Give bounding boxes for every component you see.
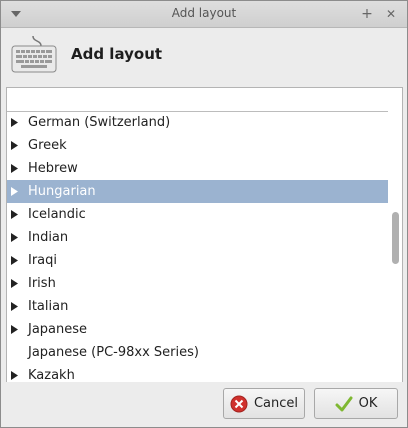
expand-arrow-icon[interactable] <box>10 325 18 334</box>
list-item[interactable]: Japanese (PC-98xx Series) <box>7 341 388 364</box>
list-item-label: Iraqi <box>28 253 58 268</box>
list-item[interactable]: Hebrew <box>7 157 388 180</box>
cancel-button[interactable]: Cancel <box>223 388 305 419</box>
list-item[interactable]: Irish <box>7 272 388 295</box>
list-item-label: Indian <box>28 230 69 245</box>
list-item-label: Irish <box>28 276 56 291</box>
list-item-label: Icelandic <box>28 207 86 222</box>
list-item[interactable]: Greek <box>7 134 388 157</box>
list-item-label: Hebrew <box>28 161 78 176</box>
list-item-label: Hungarian <box>28 184 96 199</box>
ok-button[interactable]: OK <box>314 388 398 419</box>
expand-arrow-icon[interactable] <box>10 302 18 311</box>
list-item[interactable]: Japanese <box>7 318 388 341</box>
list-item[interactable]: Hungarian <box>7 180 388 203</box>
add-layout-dialog: Add layout + ✕ Add layout German (Switze… <box>0 0 408 428</box>
dialog-footer: Cancel OK <box>1 382 407 427</box>
close-icon[interactable]: ✕ <box>383 6 399 22</box>
list-item-label: Greek <box>28 138 67 153</box>
dialog-heading: Add layout <box>71 45 163 63</box>
plus-icon[interactable]: + <box>359 6 375 22</box>
expand-arrow-icon[interactable] <box>10 118 18 127</box>
cancel-button-label: Cancel <box>253 396 299 411</box>
cancel-icon <box>230 395 248 413</box>
title-bar: Add layout + ✕ <box>1 1 407 28</box>
list-item-label: Japanese (PC-98xx Series) <box>28 345 199 360</box>
expand-arrow-icon[interactable] <box>10 371 18 380</box>
window-title: Add layout <box>171 6 237 20</box>
list-item-label: Japanese <box>28 322 88 337</box>
list-item[interactable]: Icelandic <box>7 203 388 226</box>
list-item[interactable]: Indian <box>7 226 388 249</box>
expand-arrow-icon[interactable] <box>10 187 18 196</box>
list-item[interactable]: Iraqi <box>7 249 388 272</box>
list-item[interactable]: German (Switzerland) <box>7 111 388 134</box>
expand-arrow-icon[interactable] <box>10 164 18 173</box>
ok-button-label: OK <box>358 396 378 411</box>
dialog-header: Add layout <box>1 28 407 84</box>
list-item-label: Italian <box>28 299 69 314</box>
layout-list[interactable]: German (Switzerland) Greek Hebrew Hungarian… <box>6 87 403 383</box>
list-item[interactable]: Kazakh <box>7 364 388 383</box>
expand-arrow-icon[interactable] <box>10 256 18 265</box>
list-item[interactable]: Italian <box>7 295 388 318</box>
checkmark-icon <box>335 395 353 413</box>
expand-arrow-icon[interactable] <box>10 279 18 288</box>
vertical-scrollbar[interactable] <box>389 88 402 382</box>
expand-arrow-icon[interactable] <box>10 233 18 242</box>
expand-arrow-icon[interactable] <box>10 210 18 219</box>
scrollbar-thumb[interactable] <box>392 212 399 264</box>
list-item-label: German (Switzerland) <box>28 115 171 130</box>
list-item-label: Kazakh <box>28 368 75 383</box>
keyboard-icon <box>11 34 57 78</box>
expand-arrow-icon[interactable] <box>10 141 18 150</box>
